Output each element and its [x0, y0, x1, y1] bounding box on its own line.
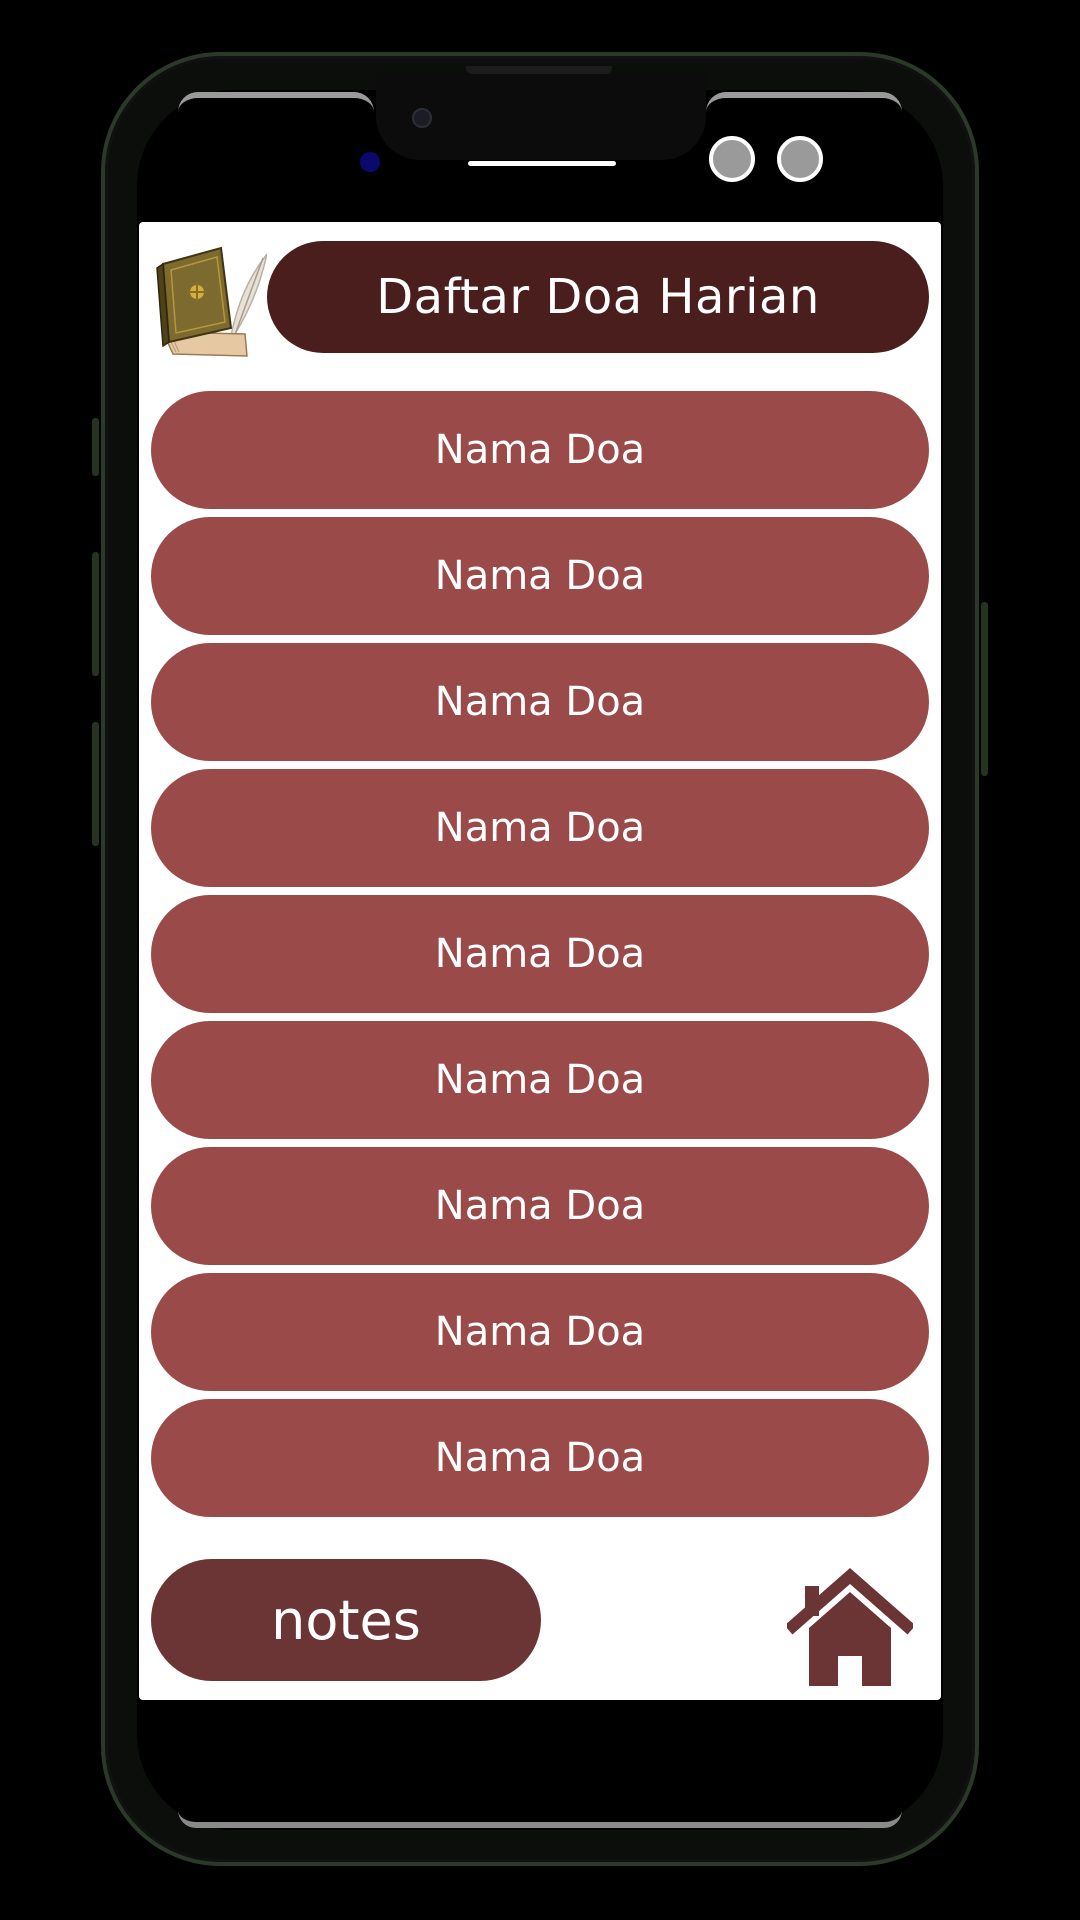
- mute-switch: [92, 418, 99, 476]
- phone-mockup: Daftar Doa Harian Nama Doa Nama Doa Nama…: [0, 0, 1080, 1920]
- app-screen: Daftar Doa Harian Nama Doa Nama Doa Nama…: [139, 222, 941, 1700]
- list-item-doa[interactable]: Nama Doa: [151, 769, 929, 887]
- doa-list: Nama Doa Nama Doa Nama Doa Nama Doa Nama…: [151, 391, 929, 1525]
- book-quill-icon: [149, 242, 268, 360]
- list-item-doa[interactable]: Nama Doa: [151, 643, 929, 761]
- circle-button-2[interactable]: [777, 136, 823, 182]
- list-item-doa[interactable]: Nama Doa: [151, 391, 929, 509]
- home-indicator: [468, 161, 616, 166]
- screen-edge-bottom: [178, 1810, 902, 1828]
- list-item-doa[interactable]: Nama Doa: [151, 1147, 929, 1265]
- list-item-doa[interactable]: Nama Doa: [151, 1399, 929, 1517]
- list-item-doa[interactable]: Nama Doa: [151, 517, 929, 635]
- home-icon[interactable]: [784, 1568, 916, 1688]
- screen-edge-top-right: [706, 92, 902, 112]
- list-item-doa[interactable]: Nama Doa: [151, 1021, 929, 1139]
- circle-button-1[interactable]: [709, 136, 755, 182]
- list-item-doa[interactable]: Nama Doa: [151, 895, 929, 1013]
- front-camera-icon: [412, 108, 432, 128]
- screen-edge-top-left: [178, 92, 374, 112]
- page-title: Daftar Doa Harian: [267, 241, 929, 353]
- speaker-grille: [466, 66, 612, 74]
- list-item-doa[interactable]: Nama Doa: [151, 1273, 929, 1391]
- volume-up-button: [92, 552, 99, 676]
- notes-button[interactable]: notes: [151, 1559, 541, 1681]
- volume-down-button: [92, 722, 99, 846]
- power-button: [981, 602, 988, 776]
- status-dot: [360, 152, 380, 172]
